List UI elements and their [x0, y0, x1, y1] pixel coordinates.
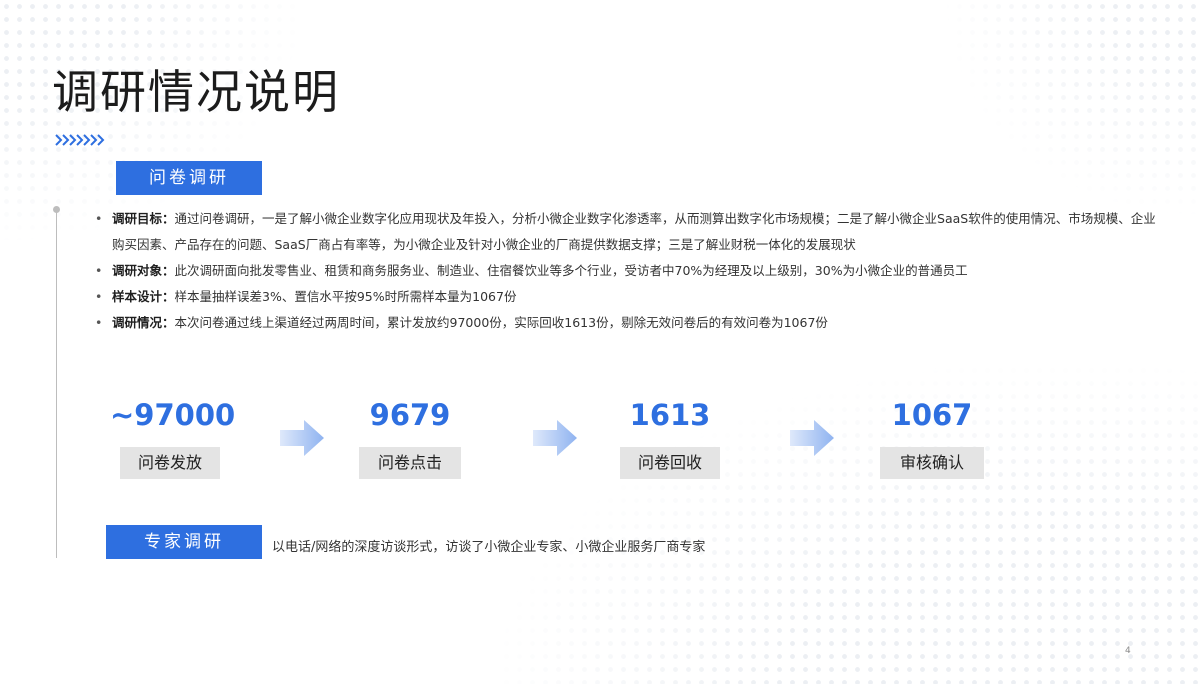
bullet-text: 本次问卷通过线上渠道经过两周时间，累计发放约97000份，实际回收1613份，剔…: [174, 315, 828, 330]
timeline-dot: [53, 206, 60, 213]
stat-label: 审核确认: [880, 447, 984, 479]
bullet-label: 调研对象：: [112, 263, 175, 278]
bullet-text: 样本量抽样误差3%、置信水平按95%时所需样本量为1067份: [174, 289, 517, 304]
bullet-label: 调研目标：: [112, 211, 175, 226]
stat-label: 问卷回收: [620, 447, 720, 479]
stat-recovered: 1613 问卷回收: [610, 397, 730, 479]
bullet-label: 调研情况：: [112, 315, 175, 330]
bullet-text: 此次调研面向批发零售业、租赁和商务服务业、制造业、住宿餐饮业等多个行业，受访者中…: [174, 263, 968, 278]
arrow-right-icon: [533, 420, 577, 456]
stat-label: 问卷点击: [359, 447, 461, 479]
stat-confirmed: 1067 审核确认: [872, 397, 992, 479]
stat-value: ~97000: [110, 398, 236, 432]
arrow-right-icon: [280, 420, 324, 456]
stat-value: 9679: [369, 398, 451, 432]
stat-label: 问卷发放: [120, 447, 220, 479]
list-item: 样本设计：样本量抽样误差3%、置信水平按95%时所需样本量为1067份: [92, 284, 1162, 310]
bullet-text: 通过问卷调研，一是了解小微企业数字化应用现状及年投入，分析小微企业数字化渗透率，…: [112, 211, 1156, 252]
list-item: 调研对象：此次调研面向批发零售业、租赁和商务服务业、制造业、住宿餐饮业等多个行业…: [92, 258, 1162, 284]
timeline-line: [56, 210, 57, 558]
background-dots-top-right: [940, 0, 1200, 220]
stat-distributed: ~97000 问卷发放: [110, 397, 236, 479]
page-title: 调研情况说明: [52, 65, 340, 119]
page-number: 4: [1125, 646, 1131, 656]
bullet-label: 样本设计：: [112, 289, 175, 304]
research-bullet-list: 调研目标：通过问卷调研，一是了解小微企业数字化应用现状及年投入，分析小微企业数字…: [92, 206, 1162, 336]
chevron-decoration-icon: [55, 134, 105, 146]
stat-clicked: 9679 问卷点击: [350, 397, 470, 479]
list-item: 调研目标：通过问卷调研，一是了解小微企业数字化应用现状及年投入，分析小微企业数字…: [92, 206, 1162, 258]
expert-research-text: 以电话/网络的深度访谈形式，访谈了小微企业专家、小微企业服务厂商专家: [272, 540, 706, 555]
expert-research-tag: 专家调研: [106, 525, 262, 559]
survey-research-tag: 问卷调研: [116, 161, 262, 195]
list-item: 调研情况：本次问卷通过线上渠道经过两周时间，累计发放约97000份，实际回收16…: [92, 310, 1162, 336]
background-dots-bottom-right: [500, 364, 1200, 684]
stat-value: 1613: [629, 398, 711, 432]
stat-value: 1067: [891, 398, 973, 432]
arrow-right-icon: [790, 420, 834, 456]
